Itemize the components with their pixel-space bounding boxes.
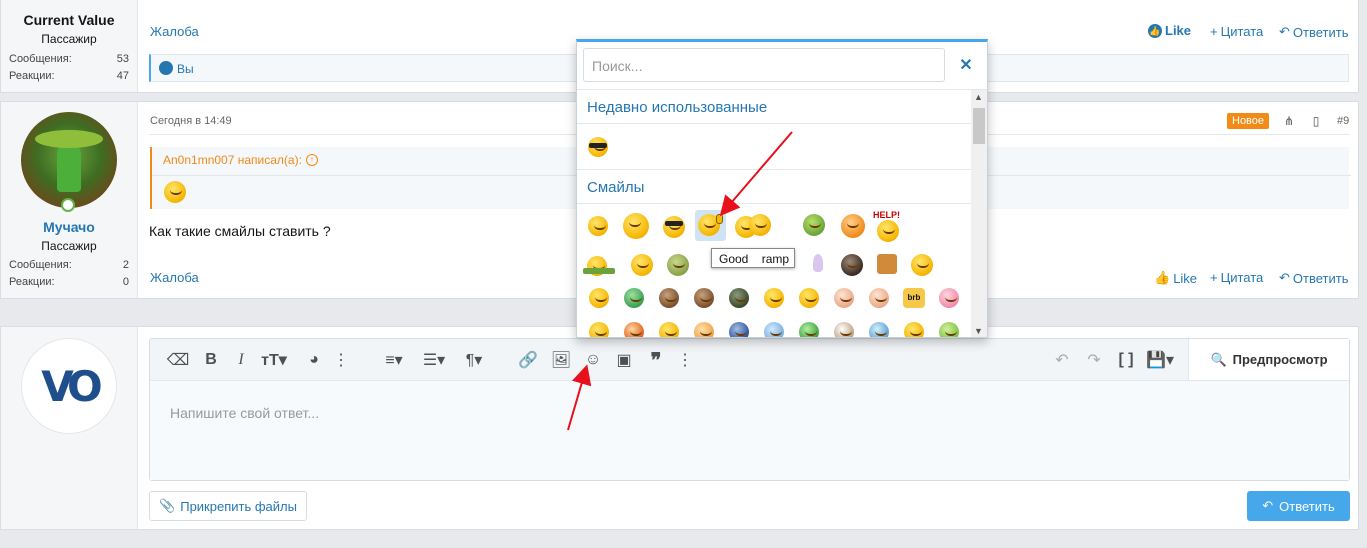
arrow-to-smiley-button	[567, 364, 592, 431]
annotation-arrows	[567, 131, 793, 431]
arrow-to-good-smiley	[719, 131, 793, 217]
